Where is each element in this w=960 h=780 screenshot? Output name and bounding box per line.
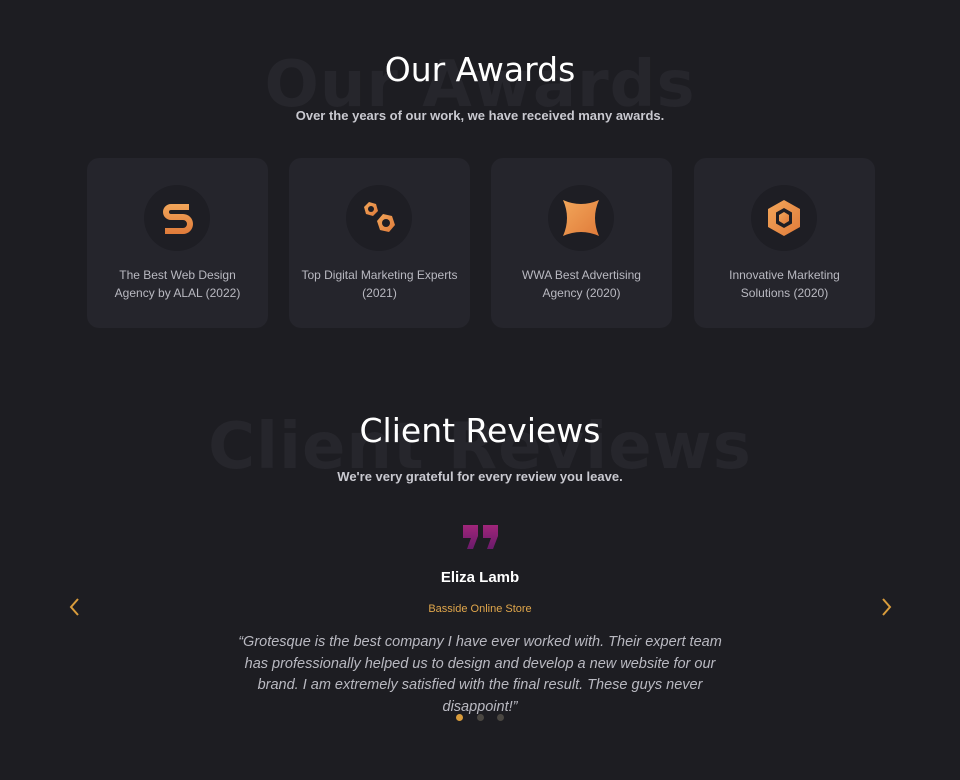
award-icon-badge: [751, 185, 817, 251]
pagination-dot[interactable]: [456, 714, 463, 721]
reviews-subtitle: We're very grateful for every review you…: [337, 469, 623, 484]
award-card: Top Digital Marketing Experts (2021): [289, 158, 470, 328]
chevron-left-icon: [69, 598, 79, 616]
award-card: The Best Web Design Agency by ALAL (2022…: [87, 158, 268, 328]
awards-title: Our Awards: [384, 50, 576, 89]
quote-icon: [463, 525, 498, 549]
previous-review-button[interactable]: [64, 596, 86, 618]
awards-subtitle: Over the years of our work, we have rece…: [295, 108, 665, 123]
pagination-dot[interactable]: [477, 714, 484, 721]
award-card: Innovative Marketing Solutions (2020): [694, 158, 875, 328]
award-icon-badge: [144, 185, 210, 251]
pagination-dot[interactable]: [497, 714, 504, 721]
award-label: Top Digital Marketing Experts (2021): [301, 268, 458, 300]
next-review-button[interactable]: [875, 596, 897, 618]
award-label: Innovative Marketing Solutions (2020): [729, 268, 840, 300]
review-quote: “Grotesque is the best company I have ev…: [238, 634, 722, 715]
concave-square-icon: [563, 200, 599, 236]
awards-cards: The Best Web Design Agency by ALAL (2022…: [87, 158, 877, 328]
s-logo-icon: [163, 204, 193, 234]
award-icon-badge: [346, 185, 412, 251]
hexagon-icon: [768, 200, 800, 236]
gears-icon: [364, 202, 395, 232]
award-card: WWA Best Advertising Agency (2020): [491, 158, 672, 328]
carousel-pagination: [456, 714, 516, 722]
award-label: WWA Best Advertising Agency (2020): [522, 268, 641, 300]
reviews-title: Client Reviews: [359, 411, 601, 450]
chevron-right-icon: [882, 598, 892, 616]
reviewer-name: Eliza Lamb: [440, 569, 520, 586]
award-icon-badge: [548, 185, 614, 251]
reviewer-company: Basside Online Store: [428, 603, 532, 615]
award-label: The Best Web Design Agency by ALAL (2022…: [114, 268, 241, 300]
